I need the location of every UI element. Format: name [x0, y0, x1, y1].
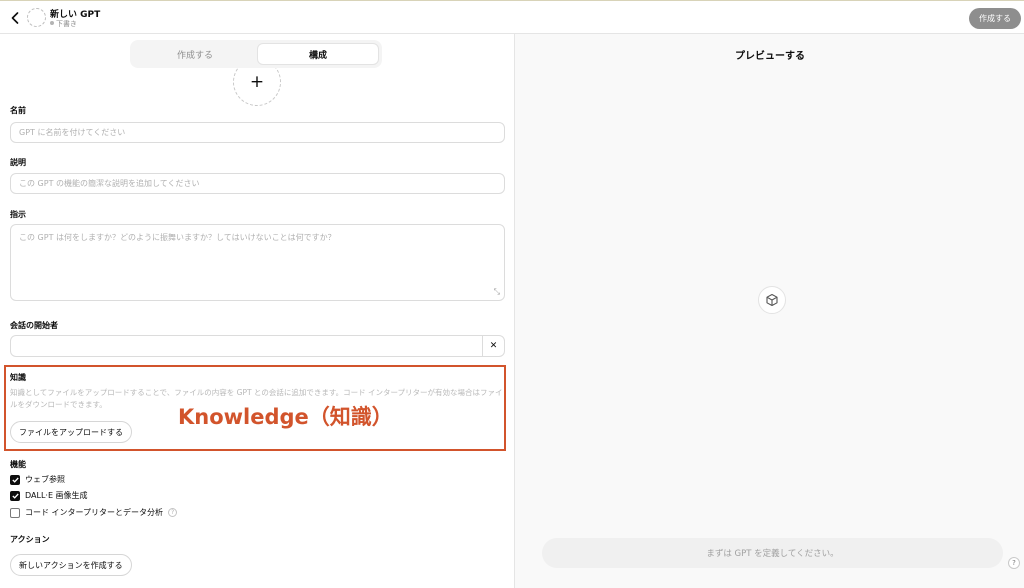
status-dot-icon	[50, 21, 54, 25]
draft-status: 下書き	[50, 19, 77, 29]
conversation-starter-input[interactable]: ✕	[10, 335, 505, 357]
name-label: 名前	[10, 106, 26, 115]
create-action-button[interactable]: 新しいアクションを作成する	[10, 554, 132, 576]
preview-panel: プレビューする まずは GPT を定義してください。 ?	[514, 34, 1024, 588]
configure-panel: + 作成する 構成 名前 GPT に名前を付けてください 説明 この GPT の…	[0, 34, 514, 588]
gpt-avatar	[27, 8, 46, 27]
check-icon	[11, 493, 19, 499]
resize-icon[interactable]: ⤡	[494, 287, 500, 297]
mode-tabs: 作成する 構成	[130, 40, 382, 68]
knowledge-annotation: Knowledge（知識）	[178, 405, 393, 429]
checkbox-web-browsing[interactable]	[10, 474, 20, 485]
instructions-placeholder: この GPT は何をしますか？どのように振舞いますか？してはいけないことは何です…	[19, 233, 336, 242]
capability-web-browsing[interactable]: ウェブ参照	[10, 474, 65, 485]
actions-label: アクション	[10, 535, 50, 544]
description-input[interactable]: この GPT の機能の簡潔な説明を追加してください	[10, 173, 505, 194]
tab-create[interactable]: 作成する	[133, 43, 257, 65]
checkbox-dalle[interactable]	[10, 490, 20, 501]
clear-starter-icon[interactable]: ✕	[482, 335, 504, 357]
create-button[interactable]: 作成する	[969, 8, 1021, 29]
capability-label: ウェブ参照	[25, 475, 65, 484]
back-button[interactable]	[7, 9, 23, 27]
upload-files-button[interactable]: ファイルをアップロードする	[10, 421, 132, 443]
top-bar: 新しい GPT 下書き 作成する	[0, 0, 1024, 34]
check-icon	[11, 477, 19, 483]
instructions-textarea[interactable]: この GPT は何をしますか？どのように振舞いますか？してはいけないことは何です…	[10, 224, 505, 301]
capability-code-interpreter[interactable]: コード インタープリターとデータ分析 ?	[10, 507, 178, 518]
cube-icon	[758, 286, 786, 314]
knowledge-label: 知識	[10, 373, 26, 382]
plus-icon: +	[249, 72, 265, 92]
capability-label: DALL·E 画像生成	[25, 491, 88, 500]
tab-configure[interactable]: 構成	[257, 43, 379, 65]
chevron-left-icon	[11, 12, 19, 24]
conversation-starters-label: 会話の開始者	[10, 321, 58, 330]
help-icon[interactable]: ?	[168, 508, 178, 517]
preview-message-input[interactable]: まずは GPT を定義してください。	[542, 538, 1003, 568]
name-input[interactable]: GPT に名前を付けてください	[10, 122, 505, 143]
instructions-label: 指示	[10, 210, 26, 219]
capability-label: コード インタープリターとデータ分析	[25, 508, 164, 517]
checkbox-code-interpreter[interactable]	[10, 507, 20, 518]
draft-status-label: 下書き	[56, 20, 77, 28]
description-label: 説明	[10, 158, 26, 167]
help-icon[interactable]: ?	[1008, 557, 1020, 569]
capability-dalle[interactable]: DALL·E 画像生成	[10, 490, 88, 501]
capabilities-label: 機能	[10, 460, 26, 469]
cube-glyph-icon	[766, 293, 778, 307]
preview-title: プレビューする	[735, 51, 805, 62]
